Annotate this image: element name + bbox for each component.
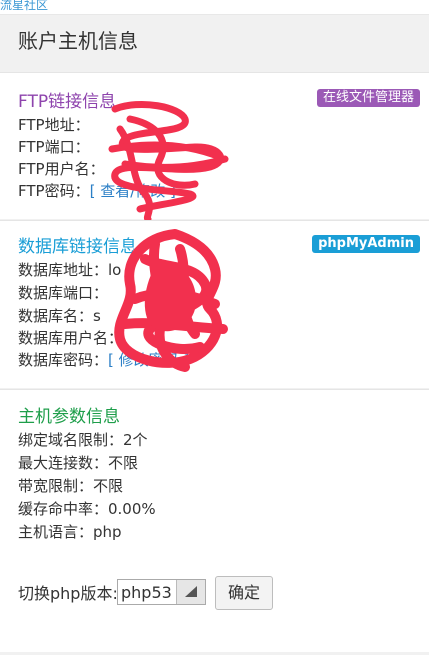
phpmyadmin-button[interactable]: phpMyAdmin: [312, 235, 420, 253]
host-language-row: 主机语言：php: [18, 523, 122, 541]
database-address-value: lo: [108, 261, 122, 279]
redaction-scribble: [108, 100, 229, 223]
php-version-value: php53: [121, 583, 172, 602]
ftp-info-card: FTP链接信息 在线文件管理器 FTP地址： FTP端口： FTP用户名： FT…: [0, 72, 429, 223]
ftp-password-link[interactable]: [ 查看/修改 ]: [90, 182, 176, 200]
ftp-section-title: FTP链接信息: [18, 92, 117, 112]
database-info-card: 数据库链接信息 phpMyAdmin 数据库地址：lo 数据库端口： 数据库名：…: [0, 220, 429, 388]
site-name-link[interactable]: 流星社区: [0, 0, 48, 12]
bandwidth-limit-row: 带宽限制：不限: [18, 477, 124, 495]
php-version-select[interactable]: php53: [117, 579, 206, 605]
max-connections-row: 最大连接数：不限: [18, 454, 139, 472]
database-password-link[interactable]: [ 修改密码 ]: [108, 351, 189, 369]
host-info-card: 主机参数信息 绑定域名限制：2个 最大连接数：不限 带宽限制：不限 缓存命中率：…: [0, 389, 429, 652]
database-name-value: s: [93, 307, 101, 325]
ftp-user-label: FTP用户名：: [18, 160, 105, 178]
top-bar: 流星社区: [0, 0, 429, 15]
database-password-label: 数据库密码：: [18, 351, 109, 369]
php-version-label: 切换php版本:: [18, 584, 118, 603]
ftp-password-label: FTP密码：: [18, 182, 90, 200]
file-manager-button[interactable]: 在线文件管理器: [316, 89, 420, 107]
database-name-label: 数据库名：: [18, 307, 94, 325]
database-user-label: 数据库用户名：: [18, 329, 124, 347]
database-password-row: 数据库密码：[ 修改密码 ]: [18, 350, 189, 370]
confirm-button[interactable]: 确定: [215, 576, 273, 610]
ftp-password-row: FTP密码：[ 查看/修改 ]: [18, 181, 176, 201]
page-title: 账户主机信息: [18, 29, 138, 53]
cache-hit-rate-row: 缓存命中率：0.00%: [18, 500, 156, 518]
domain-limit-row: 绑定域名限制：2个: [18, 431, 148, 449]
ftp-port-label: FTP端口：: [18, 138, 90, 156]
database-name-row: 数据库名：s: [18, 306, 101, 326]
database-address-row: 数据库地址：lo: [18, 260, 121, 280]
dropdown-arrow-icon[interactable]: [176, 580, 205, 604]
ftp-address-label: FTP地址：: [18, 116, 90, 134]
host-section-title: 主机参数信息: [18, 407, 120, 427]
database-address-label: 数据库地址：: [18, 261, 109, 279]
database-port-label: 数据库端口：: [18, 284, 109, 302]
database-section-title: 数据库链接信息: [18, 237, 137, 257]
